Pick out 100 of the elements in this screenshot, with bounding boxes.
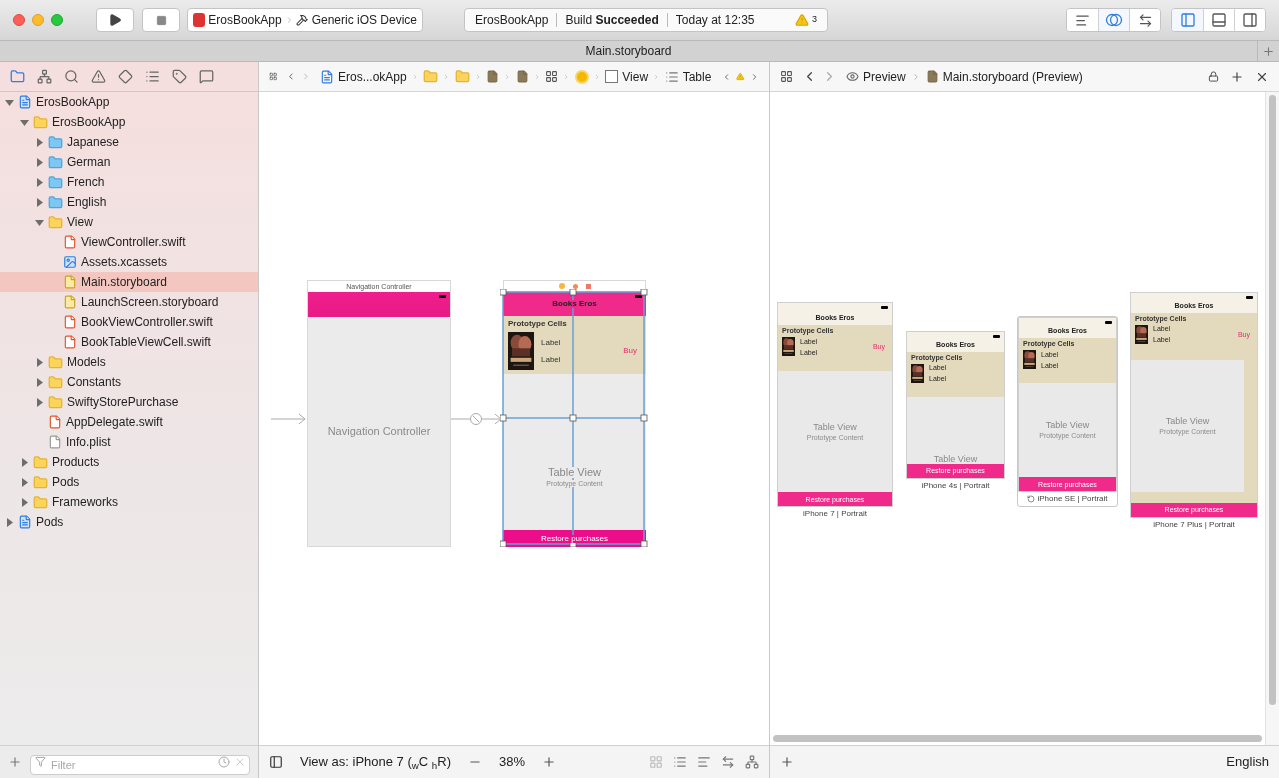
folder-icon bbox=[48, 174, 63, 190]
storyboard-file-icon bbox=[925, 70, 939, 83]
zoom-icon[interactable] bbox=[51, 14, 63, 26]
navigator-item[interactable]: Products bbox=[0, 452, 258, 472]
swift-file-icon bbox=[63, 335, 77, 349]
find-navigator-icon[interactable] bbox=[64, 69, 79, 84]
folder-icon bbox=[423, 69, 439, 84]
disclosure-closed-icon[interactable] bbox=[35, 377, 44, 387]
issue-navigator-icon[interactable] bbox=[91, 69, 106, 84]
navigator-item[interactable]: Main.storyboard bbox=[0, 272, 258, 292]
zoom-in-icon[interactable] bbox=[542, 755, 556, 769]
destination-name[interactable]: Generic iOS Device bbox=[311, 11, 417, 29]
disclosure-closed-icon[interactable] bbox=[35, 177, 44, 187]
navigator-item[interactable]: German bbox=[0, 152, 258, 172]
add-device-icon[interactable] bbox=[780, 755, 794, 769]
navigator-item[interactable]: ErosBookApp bbox=[0, 92, 258, 112]
navigator-item[interactable]: AppDelegate.swift bbox=[0, 412, 258, 432]
navigator-item[interactable]: Pods bbox=[0, 512, 258, 532]
navigator-item[interactable]: Japanese bbox=[0, 132, 258, 152]
jump-bar-item[interactable]: Eros...okApp bbox=[338, 67, 407, 86]
vertical-scrollbar[interactable] bbox=[1269, 95, 1276, 705]
toolbar-toggle[interactable] bbox=[1172, 9, 1203, 31]
disclosure-closed-icon[interactable] bbox=[35, 197, 44, 207]
zoom-level[interactable]: 38% bbox=[499, 752, 525, 772]
navigator-item-label: View bbox=[67, 214, 93, 231]
lock-icon[interactable] bbox=[1208, 71, 1219, 82]
view-as-selector[interactable]: View as: iPhone 7 ($_{w}$C $_{h}$R) bbox=[300, 752, 451, 772]
navigator-item[interactable]: Assets.xcassets bbox=[0, 252, 258, 272]
navigator-item[interactable]: Frameworks bbox=[0, 492, 258, 512]
navigator-item-label: Assets.xcassets bbox=[81, 254, 168, 271]
stop-button[interactable] bbox=[142, 8, 180, 32]
report-navigator-icon[interactable] bbox=[199, 69, 214, 84]
breakpoint-navigator-icon[interactable] bbox=[172, 69, 187, 84]
disclosure-closed-icon[interactable] bbox=[20, 497, 29, 507]
embed-in-stack-icon[interactable] bbox=[673, 755, 687, 769]
project-navigator-icon[interactable] bbox=[10, 69, 25, 84]
scheme-selector[interactable]: ErosBookApp Generic iOS Device bbox=[187, 8, 423, 32]
navigator-item-label: SwiftyStorePurchase bbox=[67, 394, 179, 411]
disclosure-closed-icon[interactable] bbox=[20, 477, 29, 487]
navigator-item-label: Main.storyboard bbox=[81, 274, 168, 291]
warning-count[interactable]: 3 bbox=[812, 13, 817, 27]
disclosure-closed-icon[interactable] bbox=[5, 517, 14, 527]
navigator-item[interactable]: Info.plist bbox=[0, 432, 258, 452]
plus-icon bbox=[1262, 44, 1275, 58]
toolbar-toggle[interactable] bbox=[1234, 9, 1265, 31]
stop-icon bbox=[155, 14, 167, 26]
jump-bar-item[interactable]: View bbox=[622, 67, 649, 86]
rotate-icon[interactable] bbox=[1027, 495, 1036, 503]
navigator-item[interactable]: Constants bbox=[0, 372, 258, 392]
scheme-name[interactable]: ErosBookApp bbox=[208, 11, 282, 29]
navigator-item[interactable]: ErosBookApp bbox=[0, 112, 258, 132]
document-outline-icon[interactable] bbox=[269, 755, 283, 769]
folder-icon bbox=[48, 214, 63, 230]
disclosure-closed-icon[interactable] bbox=[35, 397, 44, 407]
navigator-item-label: Constants bbox=[67, 374, 122, 391]
exit-square-icon bbox=[585, 283, 591, 289]
add-icon[interactable] bbox=[8, 755, 22, 769]
app-icon bbox=[193, 13, 206, 27]
segue-arrow[interactable] bbox=[451, 412, 503, 426]
disclosure-open-icon[interactable] bbox=[35, 217, 44, 227]
horizontal-scrollbar[interactable] bbox=[773, 734, 1262, 742]
navigator-item[interactable]: LaunchScreen.storyboard bbox=[0, 292, 258, 312]
assets-icon bbox=[63, 255, 77, 269]
navigator-item[interactable]: View bbox=[0, 212, 258, 232]
table-icon bbox=[664, 69, 679, 84]
disclosure-closed-icon[interactable] bbox=[35, 157, 44, 167]
add-editor-icon[interactable] bbox=[1230, 69, 1244, 84]
language-selector[interactable]: English bbox=[1226, 752, 1269, 772]
disclosure-closed-icon[interactable] bbox=[35, 137, 44, 147]
jump-bar-item[interactable]: Table bbox=[682, 67, 712, 86]
disclosure-open-icon[interactable] bbox=[20, 117, 29, 127]
project-icon bbox=[18, 95, 32, 109]
align-icon[interactable] bbox=[697, 755, 711, 769]
related-items-icon[interactable] bbox=[269, 70, 278, 83]
table-view-label: Table View bbox=[1165, 416, 1210, 426]
jump-bar-item[interactable]: Preview bbox=[863, 67, 906, 86]
toolbar-toggle[interactable] bbox=[1098, 9, 1129, 31]
navigator-item[interactable]: BookViewController.swift bbox=[0, 312, 258, 332]
disclosure-closed-icon[interactable] bbox=[35, 357, 44, 367]
debug-navigator-icon[interactable] bbox=[145, 69, 160, 84]
navigator-item[interactable]: Models bbox=[0, 352, 258, 372]
navigator-item-label: Products bbox=[52, 454, 100, 471]
warning-icon[interactable] bbox=[795, 13, 809, 27]
navigator-item[interactable]: Pods bbox=[0, 472, 258, 492]
test-navigator-icon[interactable] bbox=[118, 69, 133, 84]
symbol-navigator-icon[interactable] bbox=[37, 69, 52, 84]
related-items-icon[interactable] bbox=[780, 70, 793, 83]
navigator-item-label: ErosBookApp bbox=[36, 94, 110, 111]
disclosure-open-icon[interactable] bbox=[5, 97, 14, 107]
navigator-item[interactable]: SwiftyStorePurchase bbox=[0, 392, 258, 412]
disclosure-closed-icon[interactable] bbox=[20, 457, 29, 467]
nav-title: Books Eros bbox=[551, 300, 598, 308]
run-button[interactable] bbox=[96, 8, 134, 32]
navigator-item[interactable]: French bbox=[0, 172, 258, 192]
navigator-item[interactable]: ViewController.swift bbox=[0, 232, 258, 252]
jump-bar-item[interactable]: Main.storyboard (Preview) bbox=[942, 67, 1083, 86]
toolbar-toggle[interactable] bbox=[1129, 9, 1160, 31]
restore-purchases-button[interactable]: Restore purchases bbox=[538, 534, 611, 543]
navigator-item[interactable]: English bbox=[0, 192, 258, 212]
navigator-item[interactable]: BookTableViewCell.swift bbox=[0, 332, 258, 352]
